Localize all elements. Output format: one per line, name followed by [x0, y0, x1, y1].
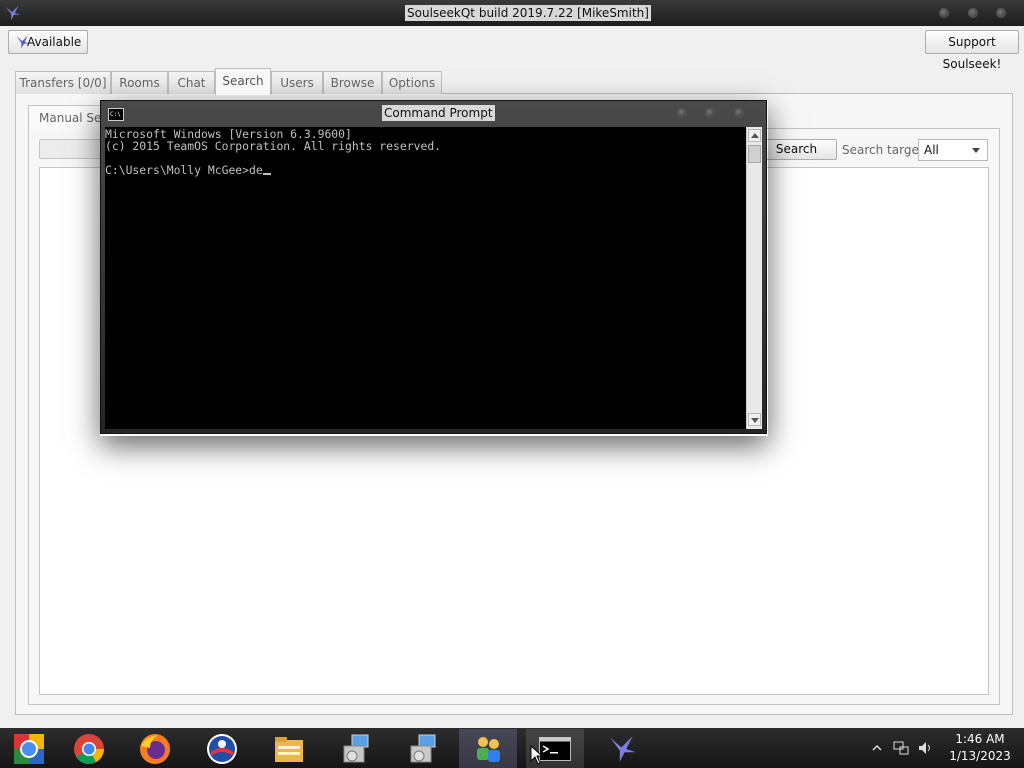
console-line: (c) 2015 TeamOS Corporation. All rights … [105, 139, 442, 153]
people-icon [477, 736, 500, 762]
console-output[interactable]: Microsoft Windows [Version 6.3.9600] (c)… [105, 127, 746, 429]
cmd-minimize-button[interactable] [677, 108, 687, 118]
tab-transfers[interactable]: Transfers [0/0] [15, 71, 111, 94]
search-target-select[interactable]: All [918, 139, 988, 161]
taskbar-people-app[interactable] [459, 729, 517, 768]
console-prompt-line: C:\Users\Molly McGee>de [105, 164, 271, 176]
soulseek-bird-icon [5, 5, 21, 21]
cmd-close-button[interactable] [734, 108, 744, 118]
clock-time: 1:46 AM [955, 732, 1005, 746]
availability-button[interactable]: Available [8, 30, 88, 54]
console-prompt-text: C:\Users\Molly McGee>de [105, 163, 263, 177]
cmd-window-icon: C:\ [108, 108, 124, 121]
chrome-icon [74, 733, 104, 764]
close-button[interactable] [996, 8, 1006, 18]
taskbar-soulseek[interactable] [594, 729, 652, 768]
taskbar-file-explorer[interactable] [260, 729, 318, 768]
installer-icon [343, 734, 369, 762]
tab-users[interactable]: Users [271, 71, 323, 94]
availability-label: Available [27, 35, 82, 49]
text-cursor [262, 173, 271, 175]
maximize-button[interactable] [968, 8, 978, 18]
folder-icon [275, 736, 303, 762]
opera-icon [207, 733, 237, 764]
tab-browse[interactable]: Browse [323, 71, 382, 94]
search-target-value: All [924, 143, 939, 157]
tab-rooms[interactable]: Rooms [111, 71, 168, 94]
chrome-grid-icon [14, 733, 44, 764]
cmd-icon [539, 736, 571, 761]
subtab-manual-search[interactable]: Manual Sear [28, 105, 108, 129]
taskbar-firefox[interactable] [126, 729, 184, 768]
network-icon[interactable] [893, 740, 909, 756]
taskbar-chrome-app-launcher[interactable] [0, 729, 58, 768]
taskbar-chrome[interactable] [60, 729, 118, 768]
minimize-button[interactable] [939, 8, 949, 18]
support-soulseek-button[interactable]: Support Soulseek! [925, 30, 1019, 71]
chevron-down-icon [972, 148, 980, 153]
cmd-window-title: Command Prompt [382, 105, 495, 121]
scroll-down-arrow-icon[interactable] [748, 413, 761, 426]
taskbar-installer-1[interactable] [326, 729, 384, 768]
tray-overflow-icon[interactable] [872, 744, 882, 752]
cmd-maximize-button[interactable] [705, 108, 715, 118]
volume-icon[interactable] [917, 740, 933, 756]
mouse-pointer-icon [530, 745, 542, 765]
tab-search[interactable]: Search [215, 68, 271, 95]
window-title: SoulseekQt build 2019.7.22 [MikeSmith] [405, 5, 651, 21]
tab-chat[interactable]: Chat [168, 71, 215, 94]
tab-options[interactable]: Options [382, 71, 442, 94]
search-target-label: Search target: [842, 143, 928, 157]
taskbar-opera[interactable] [193, 729, 251, 768]
search-button[interactable]: Search [756, 139, 837, 160]
firefox-icon [140, 733, 170, 764]
soulseek-bird-icon [16, 35, 30, 49]
console-scrollbar[interactable] [746, 127, 762, 429]
scroll-up-arrow-icon[interactable] [748, 129, 761, 142]
soulseek-icon [610, 735, 636, 762]
clock-date: 1/13/2023 [949, 749, 1011, 763]
installer-icon [410, 734, 436, 762]
taskbar-installer-2[interactable] [393, 729, 451, 768]
scroll-thumb[interactable] [748, 145, 761, 163]
taskbar-clock[interactable]: 1:46 AM 1/13/2023 [945, 731, 1015, 765]
